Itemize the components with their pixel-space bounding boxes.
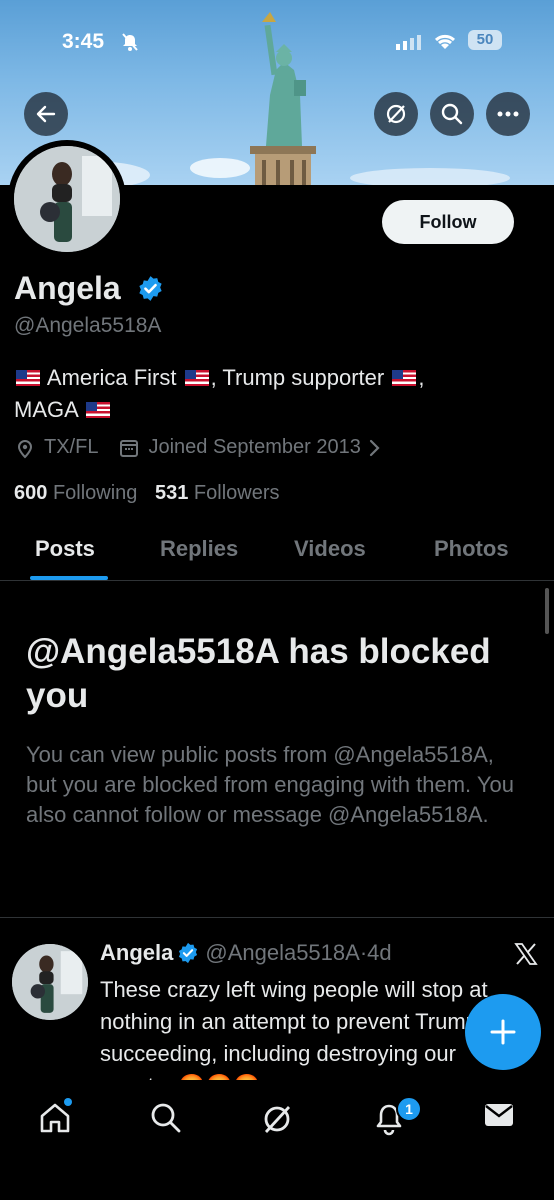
cellular-signal-icon [396, 34, 422, 55]
post-author[interactable]: Angela [100, 940, 173, 966]
post-header: Angela @Angela5518A · 4d [100, 940, 392, 966]
followers-count: 531 [154, 482, 189, 504]
tabs-divider [0, 580, 554, 581]
bio-text-3: , [418, 365, 425, 390]
grok-button[interactable] [374, 92, 418, 136]
post-handle: @Angela5518A [205, 940, 360, 965]
bottom-navigation: 1 [0, 1080, 554, 1200]
tab-posts[interactable]: Posts [35, 536, 95, 562]
verified-badge-icon [179, 942, 198, 964]
compose-post-button[interactable] [465, 994, 541, 1070]
tab-videos[interactable]: Videos [294, 536, 366, 562]
clock: 3:45 [62, 30, 105, 53]
nav-home[interactable] [38, 1098, 72, 1139]
mail-icon [485, 1104, 513, 1126]
joined-date-link[interactable]: Joined September 2013 [148, 436, 360, 459]
blocked-body: You can view public posts from @Angela55… [26, 742, 514, 827]
calendar-icon [120, 439, 139, 457]
follow-button[interactable]: Follow [382, 200, 514, 244]
back-button[interactable] [24, 92, 68, 136]
home-unread-dot [64, 1098, 72, 1106]
profile-bio: America First , Trump supporter , MAGA [14, 362, 534, 426]
followers-link[interactable]: 531 Followers [155, 482, 280, 504]
grok-icon [264, 1106, 291, 1133]
blocked-title: @Angela5518A has blocked you [26, 632, 491, 715]
bio-text-2: , Trump supporter [210, 365, 385, 390]
following-count: 600 [14, 482, 48, 504]
notifications-badge: 1 [396, 1096, 422, 1122]
search-button[interactable] [430, 92, 474, 136]
follow-counts: 600 Following 531 Followers [14, 482, 280, 505]
search-icon [441, 103, 463, 125]
tab-replies[interactable]: Replies [160, 536, 238, 562]
home-icon [40, 1103, 70, 1133]
x-logo-icon [514, 943, 538, 965]
battery-indicator: 50 [468, 30, 502, 50]
avatar-photo [14, 146, 120, 252]
nav-messages[interactable] [484, 1102, 514, 1133]
nav-search[interactable] [150, 1102, 182, 1139]
avatar-photo [12, 944, 88, 1020]
plus-icon [490, 1019, 516, 1045]
location-text: TX/FL [44, 436, 99, 458]
profile-handle: @Angela5518A [14, 314, 162, 337]
bio-text-4: MAGA [14, 397, 78, 422]
verified-badge-icon [139, 276, 162, 301]
grok-icon [386, 104, 406, 124]
nav-grok[interactable] [260, 1102, 294, 1141]
status-bar: 3:45 50 [0, 28, 554, 58]
following-link[interactable]: 600 Following [14, 482, 137, 504]
silent-mode-icon [120, 32, 140, 57]
following-label: Following [52, 482, 138, 504]
followers-label: Followers [193, 482, 280, 504]
post-separator: · [359, 940, 368, 965]
profile-meta: TX/FL Joined September 2013 [14, 436, 381, 459]
wifi-icon [432, 31, 458, 56]
more-icon [497, 111, 519, 117]
us-flag-icon [85, 402, 110, 418]
location-icon [17, 439, 33, 458]
search-icon [151, 1103, 181, 1133]
profile-avatar[interactable] [8, 140, 126, 258]
more-options-button[interactable] [486, 92, 530, 136]
chevron-right-icon [369, 439, 380, 456]
bio-text-1: America First [46, 365, 177, 390]
tab-photos[interactable]: Photos [434, 536, 509, 562]
scrollbar[interactable] [545, 588, 549, 634]
post-avatar[interactable] [12, 944, 88, 1020]
us-flag-icon [392, 370, 417, 386]
profile-tabs: Posts Replies Videos Photos [0, 530, 554, 580]
us-flag-icon [184, 370, 209, 386]
us-flag-icon [16, 370, 40, 386]
profile-name: Angela [14, 270, 121, 306]
section-divider [0, 917, 554, 918]
post-age: 4d [367, 940, 392, 965]
back-arrow-icon [36, 105, 56, 123]
